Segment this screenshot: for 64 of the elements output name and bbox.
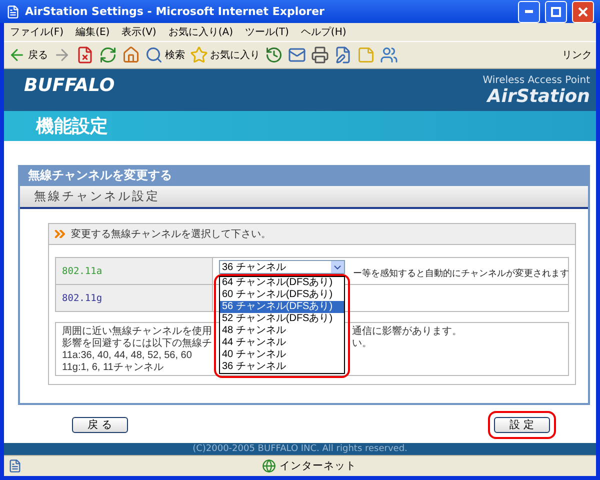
row-label: 802.11g: [56, 285, 213, 311]
toolbar-button[interactable]: お気に入り: [190, 46, 260, 64]
menu-item[interactable]: ツール(T): [245, 25, 289, 39]
close-icon: [578, 6, 588, 16]
form-button[interactable]: 戻 る: [72, 417, 128, 433]
home-icon: [122, 46, 140, 64]
note-text: 11g:1, 6, 11チャンネル: [62, 361, 164, 374]
note-text: 通信に影響があります。: [352, 324, 462, 338]
search-icon: [145, 46, 163, 64]
channel-select[interactable]: 36 チャンネル: [219, 260, 345, 274]
links-button[interactable]: リンク: [562, 48, 592, 62]
minimize-icon: [525, 10, 533, 13]
stop-icon: [76, 46, 94, 64]
row-label: 802.11a: [56, 258, 213, 284]
menu-item[interactable]: 編集(E): [76, 25, 110, 39]
toolbar-button[interactable]: [122, 46, 140, 64]
maximize-button[interactable]: [545, 0, 567, 22]
row-note: ー等を感知すると自動的にチャンネルが変更されます: [353, 267, 569, 280]
menu-item[interactable]: 表示(V): [122, 25, 156, 39]
page-icon: [6, 4, 20, 18]
form-button[interactable]: 設 定: [494, 417, 550, 433]
note-text: 影響を回避するには以下の無線チ: [62, 336, 212, 350]
note-text: 周囲に近い無線チャンネルを使用: [62, 324, 212, 338]
zone-text: インターネット: [280, 459, 356, 473]
toolbar-button[interactable]: [288, 46, 306, 64]
note-text: 11a:36, 40, 44, 48, 52, 56, 60: [62, 350, 193, 360]
dropdown-option[interactable]: 56 チャンネル(DFSあり): [220, 301, 344, 313]
toolbar-button[interactable]: [99, 46, 117, 64]
globe-icon: [262, 459, 276, 473]
toolbar-button[interactable]: [311, 46, 329, 64]
printer-icon: [311, 46, 329, 64]
star-icon: [190, 46, 208, 64]
tagline: Wireless Access Point: [482, 75, 590, 86]
toolbar-button[interactable]: [380, 46, 398, 64]
window-title: AirStation Settings - Microsoft Internet Explorer: [25, 5, 326, 18]
history-icon: [265, 46, 283, 64]
toolbar-button[interactable]: [76, 46, 94, 64]
note-text: い。: [352, 337, 372, 350]
toolbar-button[interactable]: [265, 46, 283, 64]
close-button[interactable]: [572, 0, 594, 22]
double-chevron-icon: [55, 230, 65, 238]
panel-title: 無線チャンネルを変更する: [20, 165, 588, 186]
brand-logo: BUFFALO: [24, 75, 115, 98]
page-icon: [8, 459, 22, 473]
menu-item[interactable]: ファイル(F): [10, 25, 64, 39]
minimize-button[interactable]: [518, 0, 540, 22]
maximize-icon: [551, 6, 561, 16]
mail-icon: [288, 46, 306, 64]
menu-item[interactable]: お気に入り(A): [168, 25, 233, 39]
page-title: 機能設定: [36, 115, 108, 138]
menu-item[interactable]: ヘルプ(H): [300, 25, 346, 39]
toolbar-button[interactable]: 検索: [145, 46, 185, 64]
refresh-icon: [99, 46, 117, 64]
forward-icon: [53, 46, 71, 64]
note-icon: [357, 46, 375, 64]
section-title: 無線チャンネル設定: [20, 186, 588, 209]
footer-copyright: (C)2000-2005 BUFFALO INC. All rights reserved.: [4, 443, 596, 455]
toolbar-button[interactable]: 戻る: [8, 46, 48, 64]
edit-icon: [334, 46, 352, 64]
back-icon: [8, 46, 26, 64]
people-icon: [380, 46, 398, 64]
instruction-text: 変更する無線チャンネルを選択して下さい。: [71, 228, 271, 241]
product-name: AirStation: [487, 86, 590, 107]
toolbar-button[interactable]: [334, 46, 352, 64]
